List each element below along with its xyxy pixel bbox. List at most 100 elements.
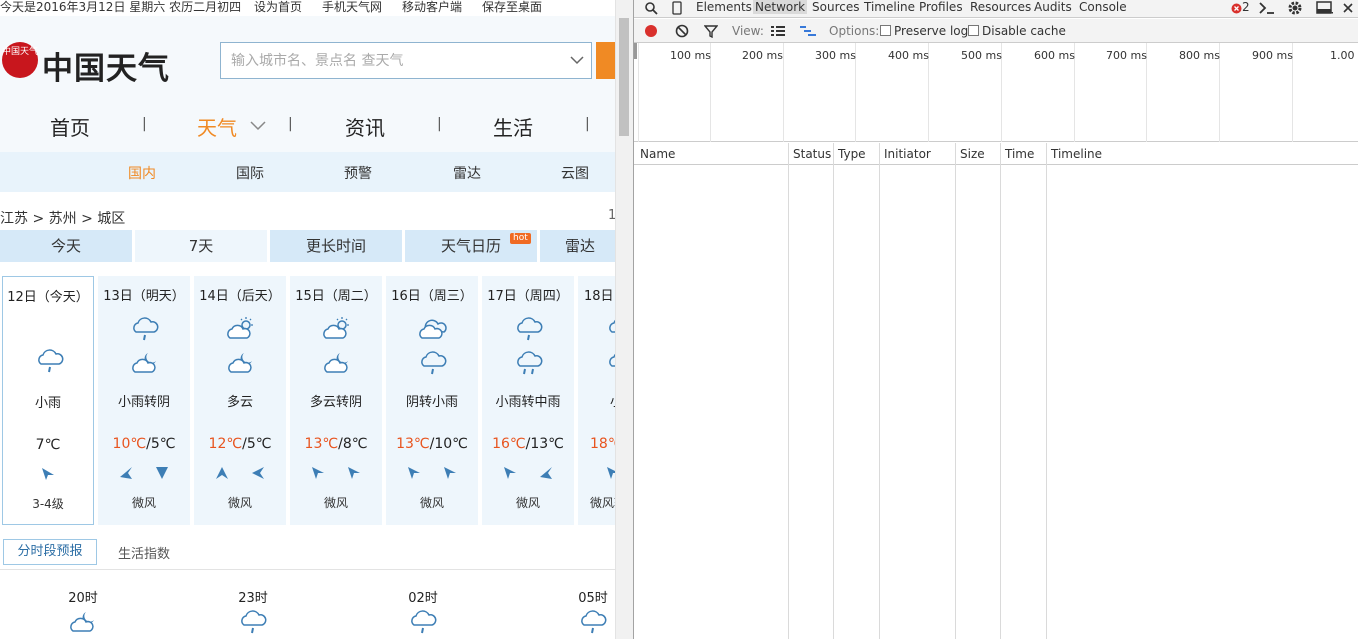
day-date: 17日（周四） (487, 289, 569, 304)
overview-handle[interactable] (634, 43, 637, 59)
client-link[interactable]: 移动客户端 (402, 0, 462, 14)
preserve-log-label[interactable]: Preserve log (894, 24, 968, 38)
nav-life[interactable]: 生活 (493, 112, 533, 141)
column-type[interactable]: Type (838, 147, 866, 161)
tab-network[interactable]: Network (753, 0, 808, 14)
column-name[interactable]: Name (640, 147, 675, 161)
column-status[interactable]: Status (793, 147, 831, 161)
set-home-link[interactable]: 设为首页 (254, 0, 302, 14)
column-timeline[interactable]: Timeline (1051, 147, 1102, 161)
tab-7days[interactable]: 7天 (135, 230, 267, 262)
site-logo[interactable]: 中国天气 (42, 43, 170, 88)
nav-divider: | (288, 116, 293, 132)
day-card[interactable]: 18日（ 小 18℃ 微风转 (578, 276, 615, 525)
nav-news[interactable]: 资讯 (345, 112, 385, 141)
temperature: 13℃/8℃ (304, 436, 368, 452)
day-card[interactable]: 12日（今天） 小雨 7℃ 3-4级 (2, 276, 94, 525)
wind-level: 3-4级 (32, 497, 64, 511)
tab-console[interactable]: Console (1079, 0, 1127, 14)
tab-timeline[interactable]: Timeline (864, 0, 915, 14)
tab-today[interactable]: 今天 (0, 230, 132, 262)
save-desktop-link[interactable]: 保存至桌面 (482, 0, 542, 14)
subnav-domestic[interactable]: 国内 (128, 163, 156, 183)
ruler-label: 800 ms (1179, 49, 1220, 62)
wind-arrow-icon (42, 468, 54, 480)
heavy-rain-icon (517, 351, 543, 375)
close-icon[interactable] (1343, 3, 1353, 13)
tab-hourly-forecast[interactable]: 分时段预报 (3, 539, 97, 565)
column-divider (879, 143, 880, 639)
tab-elements[interactable]: Elements (696, 0, 752, 14)
chevron-down-icon[interactable] (569, 52, 585, 68)
tab-resources[interactable]: Resources (970, 0, 1031, 14)
day-card[interactable]: 16日（周三） 阴转小雨 13℃/10℃ 微风 (386, 276, 478, 525)
ruler-label: 400 ms (888, 49, 929, 62)
page-scrollbar[interactable] (615, 0, 633, 639)
day-date: 18日（ (584, 289, 615, 304)
chevron-down-icon[interactable] (250, 120, 266, 132)
column-size[interactable]: Size (960, 147, 985, 161)
partly-cloudy-icon (323, 317, 349, 339)
day-card[interactable]: 14日（后天） 多云 12℃/5℃ 微风 (194, 276, 286, 525)
wind-arrow-icon (155, 467, 168, 479)
disable-cache-label[interactable]: Disable cache (982, 24, 1066, 38)
error-icon[interactable] (1231, 3, 1242, 14)
search-input[interactable] (221, 43, 561, 78)
cloudy-night-icon (228, 353, 252, 373)
column-divider (955, 143, 956, 639)
logo-seal-icon[interactable]: 中国天气 (2, 42, 38, 78)
temperature: 10℃/5℃ (112, 436, 176, 452)
hour-item: 23时 (223, 587, 283, 634)
column-time[interactable]: Time (1005, 147, 1034, 161)
tab-longer[interactable]: 更长时间 (270, 230, 402, 262)
cloudy-night-icon (70, 612, 94, 632)
mobile-site-link[interactable]: 手机天气网 (322, 0, 382, 14)
timeline-overview[interactable]: 100 ms 200 ms 300 ms 400 ms 500 ms 600 m… (634, 43, 1358, 142)
wind-arrow-icon (251, 467, 264, 479)
clear-icon[interactable] (675, 24, 689, 38)
day-card[interactable]: 17日（周四） 小雨转中雨 16℃/13℃ 微风 (482, 276, 574, 525)
scrollbar-thumb[interactable] (619, 18, 629, 136)
console-drawer-icon[interactable] (1258, 1, 1276, 15)
day-card[interactable]: 15日（周二） 多云转阴 13℃/8℃ 微风 (290, 276, 382, 525)
search-button[interactable] (596, 42, 615, 79)
subnav-radar[interactable]: 雷达 (453, 163, 481, 183)
nav-weather[interactable]: 天气 (197, 112, 237, 141)
wind-level: 微风 (515, 496, 540, 510)
subnav-warning[interactable]: 预警 (344, 163, 372, 183)
preserve-log-checkbox[interactable] (880, 25, 891, 36)
filter-icon[interactable] (704, 25, 718, 38)
column-initiator[interactable]: Initiator (884, 147, 931, 161)
error-count[interactable]: 2 (1242, 0, 1250, 14)
ruler-label: 1.00 (1330, 49, 1355, 62)
tab-profiles[interactable]: Profiles (919, 0, 963, 14)
day-date: 14日（后天） (199, 289, 281, 304)
tab-sources[interactable]: Sources (812, 0, 859, 14)
subnav-cloud[interactable]: 云图 (561, 163, 589, 183)
tab-radar[interactable]: 雷达 (540, 230, 615, 262)
rain-icon (517, 317, 543, 341)
device-mode-icon[interactable] (672, 1, 682, 15)
day-card[interactable]: 13日（明天） 小雨转阴 10℃/5℃ 微风 (98, 276, 190, 525)
wind-level: 微风转 (590, 496, 615, 510)
rain-icon (421, 351, 447, 375)
tab-life-index[interactable]: 生活指数 (118, 543, 170, 562)
disable-cache-checkbox[interactable] (968, 25, 979, 36)
nav-divider: | (437, 116, 442, 132)
dock-side-icon[interactable] (1316, 1, 1334, 15)
waterfall-view-icon[interactable] (800, 25, 816, 37)
ruler-label: 300 ms (815, 49, 856, 62)
search-icon[interactable] (644, 1, 658, 15)
gear-icon[interactable] (1287, 0, 1303, 16)
breadcrumb[interactable]: 江苏 > 苏州 > 城区 (0, 208, 125, 228)
wind-direction (3, 466, 93, 484)
subnav-international[interactable]: 国际 (236, 163, 264, 183)
temperature: 7℃ (35, 437, 61, 453)
list-view-icon[interactable] (771, 25, 785, 37)
wind-direction (194, 465, 286, 483)
record-icon[interactable] (644, 24, 658, 38)
tab-audits[interactable]: Audits (1034, 0, 1072, 14)
nav-home[interactable]: 首页 (50, 112, 90, 141)
rain-icon (38, 349, 64, 373)
network-toolbar: View: Options: Preserve log Disable cach… (634, 19, 1358, 43)
